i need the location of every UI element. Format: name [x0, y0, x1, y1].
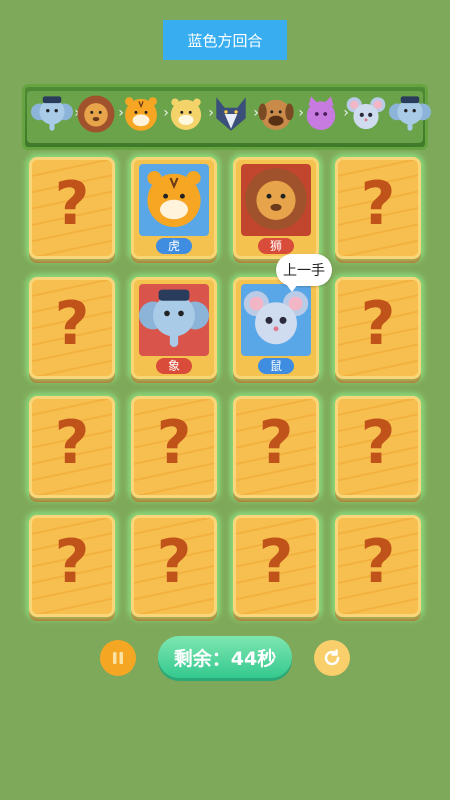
card-facedown[interactable]: ? — [335, 515, 421, 617]
question-mark-icon: ? — [360, 289, 396, 359]
lion-icon — [75, 93, 119, 139]
card-facedown[interactable]: ? — [233, 515, 319, 617]
wolf-icon — [210, 93, 254, 139]
tiger-icon — [120, 93, 164, 139]
question-mark-icon: ? — [54, 408, 90, 478]
card-facedown[interactable]: ? — [29, 277, 115, 379]
question-mark-icon: ? — [360, 169, 396, 239]
question-mark-icon: ? — [258, 408, 294, 478]
card-label: 象 — [156, 358, 192, 374]
restart-icon — [324, 649, 340, 666]
card-label: 虎 — [156, 238, 192, 254]
card-mouse[interactable]: 鼠 — [233, 277, 319, 379]
last-move-bubble: 上一手 — [276, 254, 332, 292]
question-mark-icon: ? — [156, 527, 192, 597]
elephant-icon — [139, 284, 209, 356]
card-facedown[interactable]: ? — [335, 396, 421, 498]
turn-banner: 蓝色方回合 — [163, 20, 287, 60]
question-mark-icon: ? — [360, 408, 396, 478]
pause-button[interactable] — [100, 640, 136, 676]
card-lion[interactable]: 狮 — [233, 157, 319, 259]
timer-display: 剩余：44秒 — [158, 636, 292, 678]
leopard-icon — [165, 93, 209, 139]
card-tiger[interactable]: 虎 — [131, 157, 217, 259]
card-facedown[interactable]: ? — [29, 157, 115, 259]
question-mark-icon: ? — [258, 527, 294, 597]
pause-icon — [113, 652, 123, 664]
question-mark-icon: ? — [54, 527, 90, 597]
restart-button[interactable] — [314, 640, 350, 676]
lion-icon — [241, 164, 311, 236]
dog-icon — [255, 93, 299, 139]
mouse-icon — [345, 93, 389, 139]
card-facedown[interactable]: ? — [131, 515, 217, 617]
card-label: 狮 — [258, 238, 294, 254]
card-label: 鼠 — [258, 358, 294, 374]
question-mark-icon: ? — [54, 169, 90, 239]
card-facedown[interactable]: ? — [335, 157, 421, 259]
tiger-icon — [139, 164, 209, 236]
question-mark-icon: ? — [54, 289, 90, 359]
elephant-icon — [31, 93, 75, 139]
card-facedown[interactable]: ? — [233, 396, 319, 498]
card-facedown[interactable]: ? — [29, 515, 115, 617]
card-facedown[interactable]: ? — [29, 396, 115, 498]
question-mark-icon: ? — [360, 527, 396, 597]
cat-icon — [300, 93, 344, 139]
mouse-icon — [241, 284, 311, 356]
rank-chain: › › › › › › › — [22, 84, 431, 150]
question-mark-icon: ? — [156, 408, 192, 478]
card-facedown[interactable]: ? — [131, 396, 217, 498]
card-facedown[interactable]: ? — [335, 277, 421, 379]
card-elephant[interactable]: 象 — [131, 277, 217, 379]
elephant-icon — [389, 93, 433, 139]
